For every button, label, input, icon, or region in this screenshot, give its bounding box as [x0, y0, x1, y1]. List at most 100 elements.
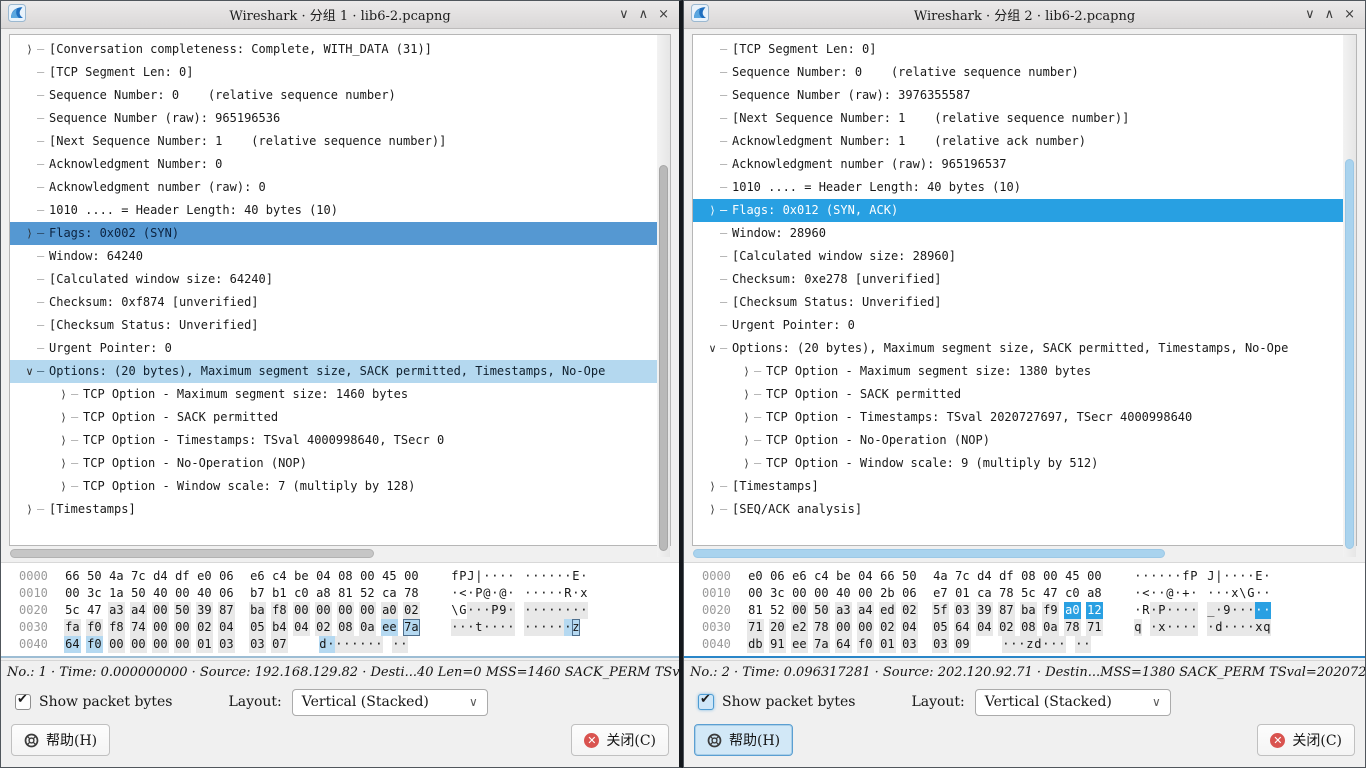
show-packet-bytes-checkbox[interactable] [15, 694, 31, 710]
tree-row[interactable]: ⟩–TCP Option - Window scale: 9 (multiply… [693, 452, 1356, 475]
tree-row[interactable]: –Acknowledgment number (raw): 0 [10, 176, 670, 199]
tree-guide-dash: – [720, 337, 732, 360]
hex-row[interactable]: 00205c47a3a400503987baf800000000a002\G··… [19, 602, 679, 619]
expander-chevron-right-icon[interactable]: ⟩ [739, 429, 754, 452]
tree-row[interactable]: ⟩–Flags: 0x002 (SYN) [10, 222, 670, 245]
tree-row[interactable]: ⟩–TCP Option - SACK permitted [693, 383, 1356, 406]
expander-chevron-right-icon[interactable]: ⟩ [56, 406, 71, 429]
scrollbar-thumb[interactable] [1345, 159, 1354, 549]
tree-horizontal-scrollbar[interactable] [9, 548, 671, 559]
tree-row[interactable]: ⟩–TCP Option - Timestamps: TSval 2020727… [693, 406, 1356, 429]
expander-chevron-right-icon[interactable]: ⟩ [56, 429, 71, 452]
tree-row[interactable]: ⟩–TCP Option - Timestamps: TSval 4000998… [10, 429, 670, 452]
hex-row[interactable]: 00307120e2780000020405640402080a7871q ·x… [702, 619, 1365, 636]
tree-row[interactable]: –Urgent Pointer: 0 [10, 337, 670, 360]
window-title: Wireshark · 分组 2 · lib6-2.pcapng [684, 5, 1365, 24]
minimize-chevron-down-icon[interactable]: ∨ [1305, 8, 1315, 21]
tree-row[interactable]: –Sequence Number (raw): 3976355587 [693, 84, 1356, 107]
tree-row[interactable]: –Window: 28960 [693, 222, 1356, 245]
tree-vertical-scrollbar[interactable] [657, 35, 670, 557]
expander-chevron-right-icon[interactable]: ⟩ [739, 406, 754, 429]
tree-row[interactable]: –Sequence Number: 0 (relative sequence n… [693, 61, 1356, 84]
tree-row[interactable]: ⟩–Flags: 0x012 (SYN, ACK) [693, 199, 1356, 222]
titlebar[interactable]: Wireshark · 分组 1 · lib6-2.pcapng ∨ ∧ × [1, 1, 679, 29]
tree-row[interactable]: –Window: 64240 [10, 245, 670, 268]
help-button[interactable]: 帮助(H) [11, 724, 110, 756]
expander-chevron-right-icon[interactable]: ⟩ [22, 38, 37, 61]
tree-row[interactable]: –[Checksum Status: Unverified] [693, 291, 1356, 314]
maximize-chevron-up-icon[interactable]: ∧ [639, 8, 649, 21]
tree-row[interactable]: ⟩–TCP Option - No-Operation (NOP) [10, 452, 670, 475]
close-window-icon[interactable]: × [1344, 8, 1355, 21]
expander-chevron-right-icon[interactable]: ⟩ [705, 475, 720, 498]
titlebar[interactable]: Wireshark · 分组 2 · lib6-2.pcapng ∨ ∧ × [684, 1, 1365, 29]
maximize-chevron-up-icon[interactable]: ∧ [1325, 8, 1335, 21]
expander-chevron-right-icon[interactable]: ⟩ [56, 452, 71, 475]
close-window-icon[interactable]: × [658, 8, 669, 21]
hex-row[interactable]: 0030faf0f8740000020405b40402080aee7a···t… [19, 619, 679, 636]
show-packet-bytes-label[interactable]: Show packet bytes [722, 694, 855, 710]
expander-chevron-down-icon[interactable]: ∨ [22, 360, 37, 383]
tree-row[interactable]: ⟩–[Timestamps] [10, 498, 670, 521]
tree-vertical-scrollbar[interactable] [1343, 35, 1356, 557]
tree-row[interactable]: –1010 .... = Header Length: 40 bytes (10… [10, 199, 670, 222]
tree-row[interactable]: –[TCP Segment Len: 0] [10, 61, 670, 84]
tree-row[interactable]: –Acknowledgment Number: 0 [10, 153, 670, 176]
tree-row[interactable]: ⟩–TCP Option - SACK permitted [10, 406, 670, 429]
scrollbar-thumb[interactable] [10, 549, 374, 558]
ascii-char: · [451, 585, 459, 602]
tree-row[interactable]: –[Calculated window size: 28960] [693, 245, 1356, 268]
show-packet-bytes-checkbox[interactable] [698, 694, 714, 710]
hex-row[interactable]: 0040db91ee7a64f001030309···zd····· [702, 636, 1365, 653]
tree-row[interactable]: –Checksum: 0xe278 [unverified] [693, 268, 1356, 291]
expander-chevron-right-icon[interactable]: ⟩ [56, 475, 71, 498]
tree-row[interactable]: –Urgent Pointer: 0 [693, 314, 1356, 337]
expander-chevron-right-icon[interactable]: ⟩ [705, 498, 720, 521]
layout-select[interactable]: Vertical (Stacked)∨ [975, 689, 1171, 716]
expander-chevron-down-icon[interactable]: ∨ [705, 337, 720, 360]
tree-row[interactable]: –1010 .... = Header Length: 40 bytes (10… [693, 176, 1356, 199]
expander-chevron-right-icon[interactable]: ⟩ [22, 222, 37, 245]
tree-row[interactable]: –[Next Sequence Number: 1 (relative sequ… [693, 107, 1356, 130]
hex-row[interactable]: 002081520050a3a4ed025f033987baf9a012·R·P… [702, 602, 1365, 619]
tree-row[interactable]: –[Calculated window size: 64240] [10, 268, 670, 291]
tree-row[interactable]: ⟩–TCP Option - No-Operation (NOP) [693, 429, 1356, 452]
hex-row[interactable]: 0010003c000040002b06e701ca785c47c0a8·<··… [702, 585, 1365, 602]
hex-row[interactable]: 0000e006e6c4be0466504a7cd4df08004500····… [702, 568, 1365, 585]
tree-row[interactable]: ⟩–TCP Option - Maximum segment size: 146… [10, 383, 670, 406]
hex-byte: 45 [1064, 568, 1081, 585]
tree-row[interactable]: –Acknowledgment number (raw): 965196537 [693, 153, 1356, 176]
tree-row[interactable]: –[Next Sequence Number: 1 (relative sequ… [10, 130, 670, 153]
minimize-chevron-down-icon[interactable]: ∨ [619, 8, 629, 21]
hex-row[interactable]: 000066504a7cd4dfe006e6c4be0408004500fPJ|… [19, 568, 679, 585]
expander-chevron-right-icon[interactable]: ⟩ [56, 383, 71, 406]
tree-row[interactable]: –Checksum: 0xf874 [unverified] [10, 291, 670, 314]
help-button[interactable]: 帮助(H) [694, 724, 793, 756]
expander-chevron-right-icon[interactable]: ⟩ [739, 383, 754, 406]
hex-row[interactable]: 004064f00000000001030307d········· [19, 636, 679, 653]
show-packet-bytes-label[interactable]: Show packet bytes [39, 694, 172, 710]
scrollbar-thumb[interactable] [659, 165, 668, 551]
tree-row[interactable]: –[Checksum Status: Unverified] [10, 314, 670, 337]
tree-row[interactable]: ⟩–TCP Option - Window scale: 7 (multiply… [10, 475, 670, 498]
tree-horizontal-scrollbar[interactable] [692, 548, 1357, 559]
expander-chevron-right-icon[interactable]: ⟩ [739, 452, 754, 475]
tree-row[interactable]: ∨–Options: (20 bytes), Maximum segment s… [693, 337, 1356, 360]
hex-row[interactable]: 0010003c1a5040004006b7b1c0a88152ca78·<·P… [19, 585, 679, 602]
expander-chevron-right-icon[interactable]: ⟩ [22, 498, 37, 521]
tree-row[interactable]: –Sequence Number (raw): 965196536 [10, 107, 670, 130]
scrollbar-thumb[interactable] [693, 549, 1165, 558]
tree-row[interactable]: –Acknowledgment Number: 1 (relative ack … [693, 130, 1356, 153]
expander-chevron-right-icon[interactable]: ⟩ [705, 199, 720, 222]
tree-row[interactable]: –Sequence Number: 0 (relative sequence n… [10, 84, 670, 107]
tree-row[interactable]: ⟩–[SEQ/ACK analysis] [693, 498, 1356, 521]
tree-row[interactable]: ⟩–[Conversation completeness: Complete, … [10, 38, 670, 61]
layout-select[interactable]: Vertical (Stacked)∨ [292, 689, 488, 716]
expander-chevron-right-icon[interactable]: ⟩ [739, 360, 754, 383]
tree-row[interactable]: ∨–Options: (20 bytes), Maximum segment s… [10, 360, 670, 383]
tree-row[interactable]: –[TCP Segment Len: 0] [693, 38, 1356, 61]
close-button[interactable]: ✕ 关闭(C) [1257, 724, 1355, 756]
tree-row[interactable]: ⟩–TCP Option - Maximum segment size: 138… [693, 360, 1356, 383]
tree-row[interactable]: ⟩–[Timestamps] [693, 475, 1356, 498]
close-button[interactable]: ✕ 关闭(C) [571, 724, 669, 756]
